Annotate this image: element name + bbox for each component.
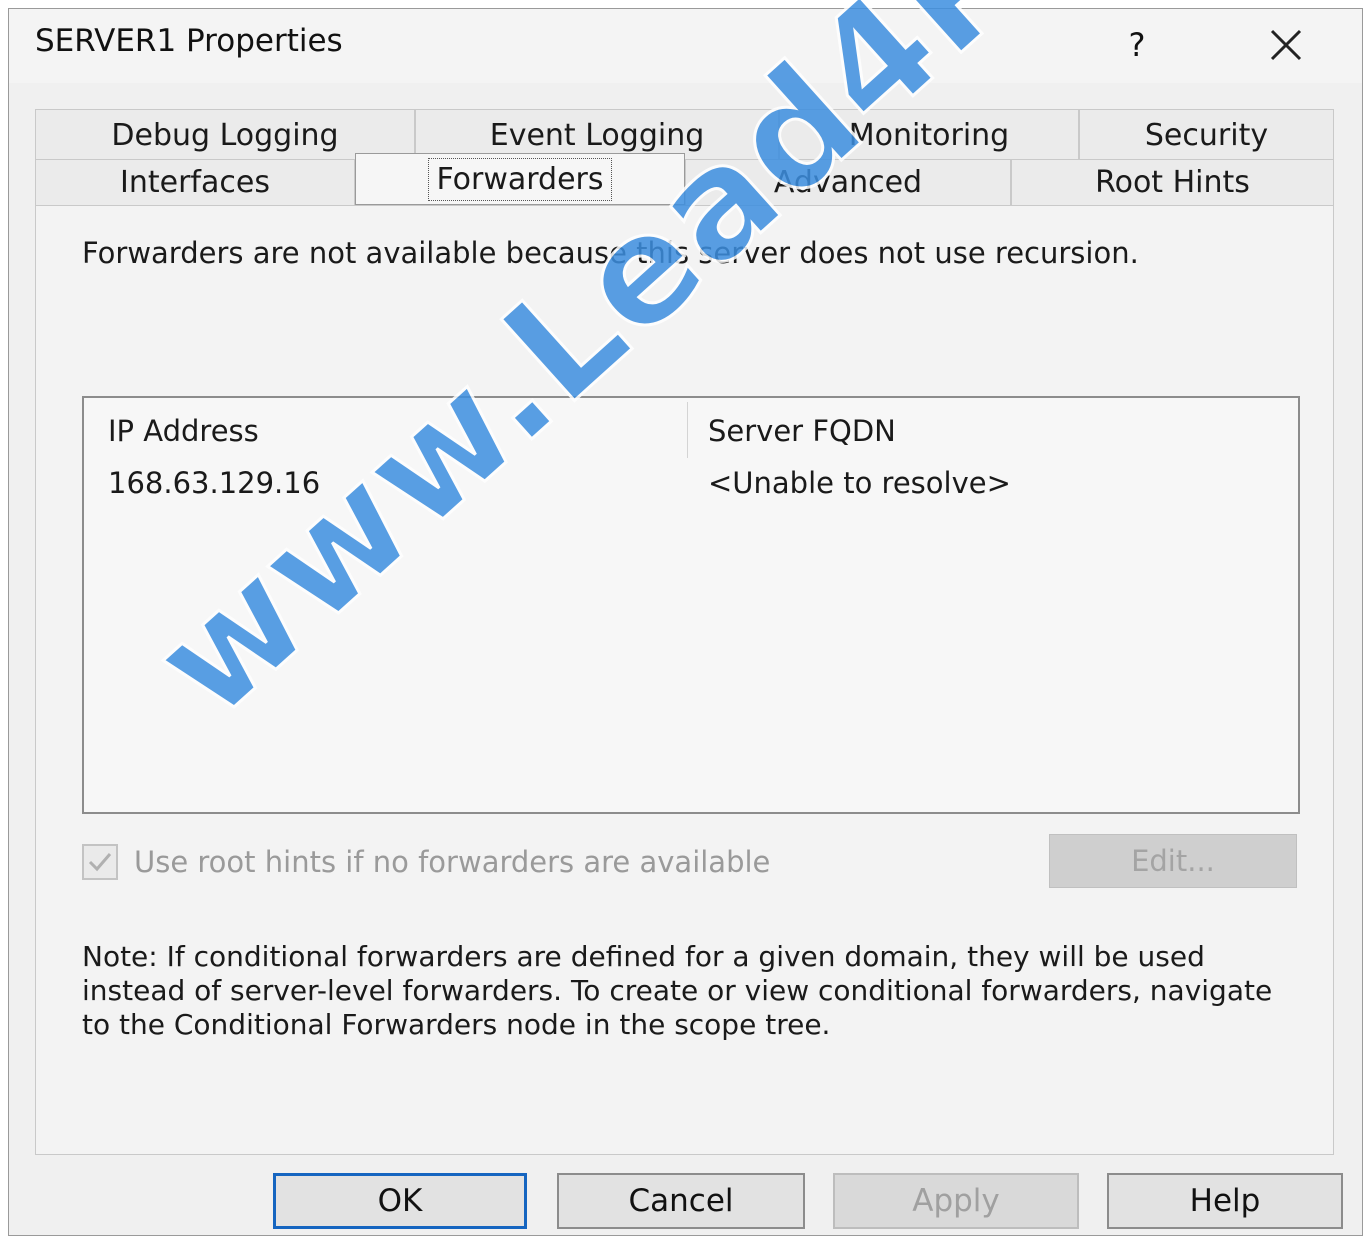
edit-button[interactable]: Edit... xyxy=(1049,834,1297,888)
tab-label: Security xyxy=(1144,118,1269,153)
tab-label: Forwarders xyxy=(428,157,612,201)
use-root-hints-option: Use root hints if no forwarders are avai… xyxy=(82,842,770,882)
column-header-fqdn[interactable]: Server FQDN xyxy=(708,414,896,448)
conditional-forwarders-note: Note: If conditional forwarders are defi… xyxy=(82,940,1273,1041)
tab-advanced[interactable]: Advanced xyxy=(685,159,1011,205)
help-icon[interactable]: ? xyxy=(1117,23,1157,67)
forwarders-list[interactable]: IP Address Server FQDN 168.63.129.16 <Un… xyxy=(82,396,1300,814)
cancel-button[interactable]: Cancel xyxy=(557,1173,805,1229)
ok-button[interactable]: OK xyxy=(273,1173,527,1229)
tab-label: Event Logging xyxy=(489,118,705,153)
tab-label: Advanced xyxy=(773,165,923,200)
window-title: SERVER1 Properties xyxy=(35,23,343,59)
apply-button[interactable]: Apply xyxy=(833,1173,1079,1229)
tab-security[interactable]: Security xyxy=(1079,109,1334,161)
tab-label: Root Hints xyxy=(1095,165,1250,200)
tab-label: Debug Logging xyxy=(111,118,339,153)
checkmark-icon xyxy=(88,853,112,872)
help-button[interactable]: Help xyxy=(1107,1173,1343,1229)
forwarders-panel: Forwarders are not available because thi… xyxy=(35,205,1334,1155)
use-root-hints-label: Use root hints if no forwarders are avai… xyxy=(134,845,771,879)
column-header-ip[interactable]: IP Address xyxy=(108,414,259,448)
tab-root-hints[interactable]: Root Hints xyxy=(1011,159,1334,205)
tab-row-bottom: Interfaces Forwarders Advanced Root Hint… xyxy=(35,153,1334,205)
column-divider xyxy=(687,402,688,458)
tab-interfaces[interactable]: Interfaces xyxy=(35,159,355,205)
forwarder-ip: 168.63.129.16 xyxy=(108,466,321,500)
use-root-hints-checkbox[interactable] xyxy=(82,844,118,880)
tab-forwarders[interactable]: Forwarders xyxy=(355,153,685,205)
title-bar: SERVER1 Properties ? xyxy=(9,9,1362,83)
tab-monitoring[interactable]: Monitoring xyxy=(779,109,1079,161)
forwarders-unavailable-message: Forwarders are not available because thi… xyxy=(82,236,1139,270)
close-icon[interactable] xyxy=(1262,21,1310,69)
forwarder-fqdn: <Unable to resolve> xyxy=(708,466,1011,500)
tab-label: Monitoring xyxy=(848,118,1010,153)
tab-label: Interfaces xyxy=(120,165,270,200)
properties-dialog: SERVER1 Properties ? Debug Logging Event… xyxy=(8,8,1363,1236)
